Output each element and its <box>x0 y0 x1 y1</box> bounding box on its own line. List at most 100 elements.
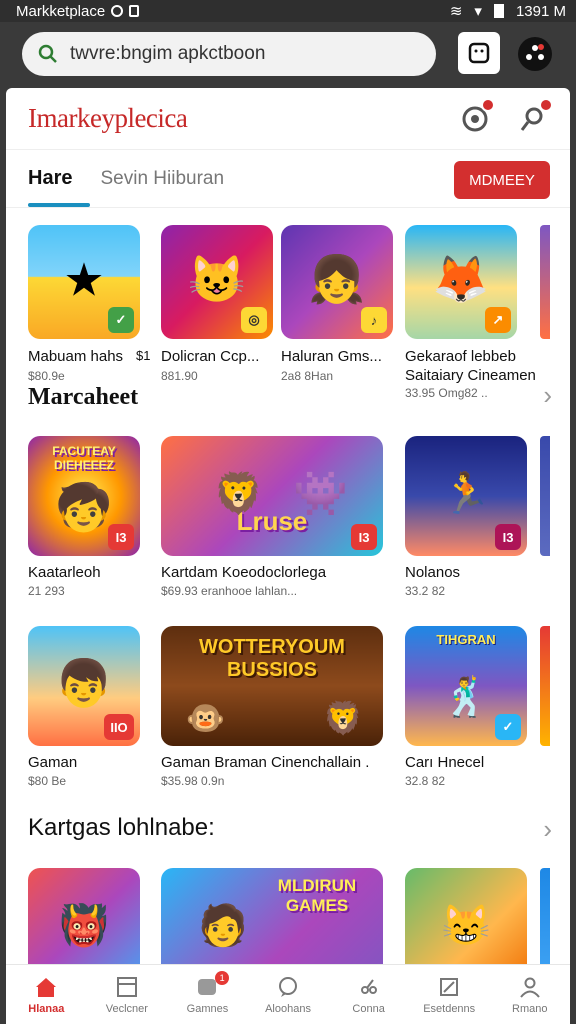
chevron-right-icon[interactable]: › <box>543 380 552 411</box>
tabs-icon <box>468 42 490 64</box>
search-user-button[interactable] <box>518 97 553 134</box>
next-tile-peek <box>540 225 550 339</box>
nav-item-list[interactable]: Veclcner <box>87 965 168 1024</box>
nav-label: Esetdenns <box>423 1002 476 1015</box>
status-app-name: Markketplace <box>16 2 106 20</box>
section-title: Marcaheet <box>28 384 139 410</box>
check-icon: ✓ <box>495 714 521 740</box>
tab-seven-hiburan[interactable]: Sevin Hiiburan <box>100 168 224 190</box>
app-tile[interactable]: FACUTEAY DIEHEEEZ 🧒 I3 <box>28 436 140 556</box>
app-price: 33.95 Omg82 .. <box>405 386 488 400</box>
signal-icon: ▾ <box>474 3 482 20</box>
app-tile[interactable]: MLDIRUN GAMES 🧑 <box>161 868 383 964</box>
app-title: Kartdam Koeodoclorlega <box>161 564 327 581</box>
nav-item-games[interactable]: 1 Gamnes <box>167 965 248 1024</box>
tile-badge: I3 <box>351 524 377 550</box>
nav-item-chat[interactable]: Aloohans <box>248 965 329 1024</box>
url-text: twvre:bngim apkctboon <box>70 43 266 64</box>
brand-logo[interactable]: Imarkeyplecica <box>28 103 188 134</box>
wifi-icon: ≋ <box>449 3 463 20</box>
app-row-1: ★ ✓ 😺 ◎ 👧 ♪ 🦊 ↗ Mabuam hahs $1 Dolicran … <box>6 225 570 400</box>
app-title: Mabuam hahs <box>28 348 124 365</box>
tile-art-text: WOTTERYOUM BUSSIOS <box>199 636 345 681</box>
app-title-line2: Saitaiary Cineamen <box>405 367 536 384</box>
nav-item-store[interactable]: Esetdenns <box>409 965 490 1024</box>
nav-label: Hlanaa <box>28 1002 65 1015</box>
app-title: Nolanos <box>405 564 461 581</box>
app-tile[interactable]: 👹 <box>28 868 140 964</box>
app-title-prefix: $1 <box>136 348 151 363</box>
next-tile-peek <box>540 436 550 556</box>
sim-icon <box>129 5 140 17</box>
target-button[interactable] <box>460 97 495 134</box>
notification-dot <box>481 97 495 112</box>
nav-item-home[interactable]: Hlanaa <box>6 965 87 1024</box>
app-price: 32.8 82 <box>405 774 446 788</box>
tab-bar: Hare Sevin Hiiburan MDMEEY <box>6 150 570 208</box>
star-character-icon: ★ <box>63 253 105 306</box>
list-icon <box>115 975 139 999</box>
app-title: Dolicran Ccp... <box>161 348 260 365</box>
app-price: $35.98 0.9n <box>161 774 225 788</box>
app-tile[interactable]: 😺 ◎ <box>161 225 273 339</box>
app-price: $80 Be <box>28 774 67 788</box>
store-icon <box>437 975 461 999</box>
profile-icon <box>518 975 542 999</box>
app-price: 881.90 <box>161 369 198 383</box>
nav-label: Conna <box>352 1002 385 1015</box>
section-title: Kartgas lohlnabe: <box>28 814 215 841</box>
search-icon <box>38 44 57 63</box>
tools-icon <box>357 975 381 999</box>
nav-badge: 1 <box>215 971 230 985</box>
app-tile[interactable]: Lruse 🦁 👾 I3 <box>161 436 383 556</box>
battery-icon <box>493 4 504 18</box>
app-tile[interactable]: 🦊 ↗ <box>405 225 517 339</box>
tabs-button[interactable] <box>458 32 500 74</box>
nav-item-tools[interactable]: Conna <box>328 965 409 1024</box>
app-price: 33.2 82 <box>405 584 446 598</box>
notification-icon <box>111 5 124 17</box>
monster-character-icon: 👾 <box>293 469 349 519</box>
arrow-icon: ↗ <box>485 307 511 333</box>
tile-art-text: Lruse <box>236 506 308 536</box>
status-bar: Markketplace ≋ ▾ 1391 M <box>0 0 576 22</box>
app-price: 2a8 8Han <box>281 369 334 383</box>
app-tile[interactable]: TIHGRAN 🕺 ✓ <box>405 626 527 746</box>
tile-badge: I3 <box>108 524 134 550</box>
money-button[interactable]: MDMEEY <box>454 161 550 199</box>
boy-character-icon: 🧒 <box>55 481 113 534</box>
app-tile[interactable]: ★ ✓ <box>28 225 140 339</box>
nav-item-profile[interactable]: Rmano <box>489 965 570 1024</box>
girl-character-icon: 👧 <box>308 252 366 305</box>
tile-art-text: FACUTEAY DIEHEEEZ <box>52 444 116 472</box>
app-title: Haluran Gms... <box>281 348 382 365</box>
app-tile[interactable]: 👦 IIO <box>28 626 140 746</box>
app-price: $80.9e <box>28 369 65 383</box>
page-content: Imarkeyplecica Hare Sevin Hiiburan MDMEE… <box>6 88 570 1024</box>
browser-menu-button[interactable] <box>518 37 552 71</box>
app-title: Kaatarleoh <box>28 564 101 581</box>
coin-icon: ◎ <box>241 307 267 333</box>
url-bar[interactable]: twvre:bngim apkctboon <box>22 32 436 76</box>
notification-dot <box>539 97 553 112</box>
app-title: Carı Hnecel <box>405 754 485 771</box>
app-header: Imarkeyplecica <box>6 88 570 150</box>
monster-character-icon: 👹 <box>59 904 109 949</box>
chevron-right-icon[interactable]: › <box>543 814 552 845</box>
nav-label: Gamnes <box>186 1002 229 1015</box>
lion-character-icon: 🦁 <box>213 472 264 517</box>
check-icon: ✓ <box>108 307 134 333</box>
app-title: Gaman <box>28 754 78 771</box>
kid-character-icon: 👦 <box>55 656 113 709</box>
tile-art-text: MLDIRUN GAMES <box>277 876 357 915</box>
app-tile[interactable]: WOTTERYOUM BUSSIOS 🐵 🦁 <box>161 626 383 746</box>
app-tile[interactable]: 🏃 I3 <box>405 436 527 556</box>
friends-character-icon: 🕺 <box>442 677 490 720</box>
menu-icon <box>526 44 544 60</box>
app-tile[interactable]: 👧 ♪ <box>281 225 393 339</box>
tab-home[interactable]: Hare <box>28 167 91 207</box>
cat-character-icon: 😸 <box>441 904 491 949</box>
nav-label: Veclcner <box>105 1002 148 1015</box>
app-tile[interactable]: 😸 <box>405 868 527 964</box>
app-price: $69.93 eranhooe lahlan... <box>161 584 298 598</box>
